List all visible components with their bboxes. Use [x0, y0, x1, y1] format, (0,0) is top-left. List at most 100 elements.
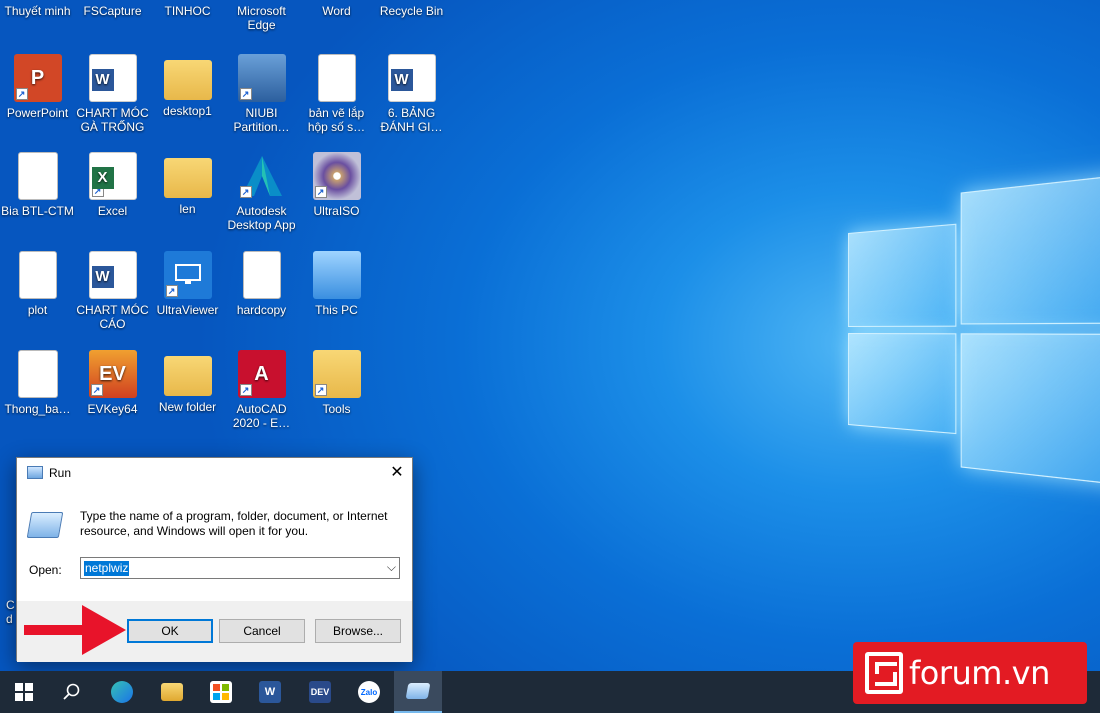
- desktop-icon-label: Bia BTL-CTM: [0, 204, 75, 218]
- cancel-button[interactable]: Cancel: [219, 619, 305, 643]
- desktop-icon-label: hardcopy: [224, 303, 299, 317]
- desktop-icon-label: 6. BẢNG ĐÁNH GI…: [374, 106, 449, 134]
- desktop-icon-new-folder[interactable]: New folder: [150, 350, 225, 414]
- shortcut-arrow-icon: ↗: [240, 88, 252, 100]
- desktop-icon-excel[interactable]: ↗ Excel: [75, 152, 150, 218]
- close-button[interactable]: ✕: [382, 458, 412, 488]
- desktop-icon-label: PowerPoint: [0, 106, 75, 120]
- powerpoint-icon: P ↗: [14, 54, 62, 102]
- desktop-icon-label: This PC: [299, 303, 374, 317]
- desktop-icon-label[interactable]: TINHOC: [150, 4, 225, 18]
- run-title: Run: [49, 466, 71, 480]
- desktop-icon-label[interactable]: Recycle Bin: [374, 4, 449, 18]
- desktop-icon-label: UltraISO: [299, 204, 374, 218]
- ultraiso-icon: ↗: [313, 152, 361, 200]
- desktop-icon-plot[interactable]: plot: [0, 251, 75, 317]
- run-description: Type the name of a program, folder, docu…: [80, 509, 400, 539]
- desktop-icon-label: CHART MÓC GÀ TRỐNG: [75, 106, 150, 134]
- run-icon: [27, 466, 43, 479]
- desktop-icon-niubi[interactable]: ↗ NIUBI Partition…: [224, 54, 299, 134]
- search-icon: [63, 683, 81, 701]
- desktop-icon-label: Autodesk Desktop App: [224, 204, 299, 232]
- desktop-icon-label: EVKey64: [75, 402, 150, 416]
- desktop-icon-len[interactable]: len: [150, 152, 225, 216]
- shortcut-arrow-icon: ↗: [240, 186, 252, 198]
- this-pc-icon: [313, 251, 361, 299]
- desktop-icon-label[interactable]: Microsoft Edge: [224, 4, 299, 32]
- shortcut-arrow-icon: ↗: [91, 384, 103, 396]
- desktop-icon-bia-btl[interactable]: Bia BTL-CTM: [0, 152, 75, 218]
- taskbar-devcpp[interactable]: DEV: [296, 671, 344, 713]
- desktop-icon-label: Excel: [75, 204, 150, 218]
- desktop-icon-autodesk[interactable]: ↗ Autodesk Desktop App: [224, 152, 299, 232]
- shortcut-arrow-icon: ↗: [92, 185, 104, 197]
- store-icon: [210, 681, 232, 703]
- niubi-icon: ↗: [238, 54, 286, 102]
- desktop-icon-chart-moc-ga-trong[interactable]: CHART MÓC GÀ TRỐNG: [75, 54, 150, 134]
- taskbar-store[interactable]: [197, 671, 245, 713]
- blank-file-icon: [243, 251, 281, 299]
- sforum-logo-icon: [865, 652, 903, 694]
- desktop-icon-chart-moc-cao[interactable]: CHART MÓC CÁO: [75, 251, 150, 331]
- desktop-icon-label: Tools: [299, 402, 374, 416]
- open-input-value[interactable]: netplwiz: [84, 561, 129, 576]
- folder-icon: [164, 356, 212, 396]
- desktop-icon-label: bản vẽ lắp hộp số s…: [299, 106, 374, 134]
- blank-file-icon: [19, 251, 57, 299]
- desktop-icon-powerpoint[interactable]: P ↗ PowerPoint: [0, 54, 75, 120]
- evkey-icon: EV ↗: [89, 350, 137, 398]
- ultraviewer-icon: ↗: [164, 251, 212, 299]
- edge-icon: [111, 681, 133, 703]
- word-icon: W: [259, 681, 281, 703]
- zalo-icon: Zalo: [358, 681, 380, 703]
- chevron-down-icon[interactable]: ⌵: [387, 560, 396, 575]
- taskbar-word[interactable]: W: [246, 671, 294, 713]
- taskbar-run[interactable]: [394, 671, 442, 713]
- taskbar-zalo[interactable]: Zalo: [345, 671, 393, 713]
- desktop-icon-label: AutoCAD 2020 - E…: [224, 402, 299, 430]
- taskbar-edge[interactable]: [98, 671, 146, 713]
- taskbar-search-button[interactable]: [48, 671, 96, 713]
- shortcut-arrow-icon: ↗: [240, 384, 252, 396]
- run-program-icon: [27, 512, 64, 538]
- desktop-icon-bang-danh-gia[interactable]: 6. BẢNG ĐÁNH GI…: [374, 54, 449, 134]
- folder-icon: [164, 60, 212, 100]
- desktop-icon-ultraviewer[interactable]: ↗ UltraViewer: [150, 251, 225, 317]
- start-button[interactable]: [0, 671, 48, 713]
- tools-folder-icon: ↗: [313, 350, 361, 398]
- desktop-icon-hardcopy[interactable]: hardcopy: [224, 251, 299, 317]
- desktop-icon-label: CHART MÓC CÁO: [75, 303, 150, 331]
- desktop-icon-thong-bao[interactable]: Thong_ba…: [0, 350, 75, 416]
- desktop-icon-label[interactable]: FSCapture: [75, 4, 150, 18]
- partial-desktop-label: C d: [6, 598, 15, 626]
- desktop-icon-label[interactable]: Word: [299, 4, 374, 18]
- excel-icon: ↗: [89, 152, 137, 200]
- desktop-icon-label: desktop1: [150, 104, 225, 118]
- desktop-icon-label[interactable]: Thuyết minh: [0, 4, 75, 18]
- desktop-icon-this-pc[interactable]: This PC: [299, 251, 374, 317]
- shortcut-arrow-icon: ↗: [16, 88, 28, 100]
- run-title-bar[interactable]: Run ✕: [17, 458, 412, 488]
- desktop-icon-label: UltraViewer: [150, 303, 225, 317]
- shortcut-arrow-icon: ↗: [315, 384, 327, 396]
- desktop-icon-evkey[interactable]: EV ↗ EVKey64: [75, 350, 150, 416]
- browse-button[interactable]: Browse...: [315, 619, 401, 643]
- desktop-icon-ban-ve-lap[interactable]: bản vẽ lắp hộp số s…: [299, 54, 374, 134]
- desktop-icon-tools[interactable]: ↗ Tools: [299, 350, 374, 416]
- taskbar-file-explorer[interactable]: [148, 671, 196, 713]
- desktop-icon-autocad[interactable]: A ↗ AutoCAD 2020 - E…: [224, 350, 299, 430]
- desktop-icon-desktop1[interactable]: desktop1: [150, 54, 225, 118]
- sforum-watermark: forum.vn: [853, 642, 1087, 704]
- desktop-icon-label: Thong_ba…: [0, 402, 75, 416]
- windows-logo-wallpaper: [848, 173, 1100, 487]
- windows-start-icon: [15, 683, 33, 701]
- desktop-icon-label: len: [150, 202, 225, 216]
- ok-button[interactable]: OK: [127, 619, 213, 643]
- open-combobox[interactable]: netplwiz ⌵: [80, 557, 400, 579]
- shortcut-arrow-icon: ↗: [315, 186, 327, 198]
- file-explorer-icon: [161, 683, 183, 701]
- devcpp-icon: DEV: [309, 681, 331, 703]
- red-arrow-icon: [24, 601, 128, 659]
- desktop-icon-ultraiso[interactable]: ↗ UltraISO: [299, 152, 374, 218]
- blank-file-icon: [318, 54, 356, 102]
